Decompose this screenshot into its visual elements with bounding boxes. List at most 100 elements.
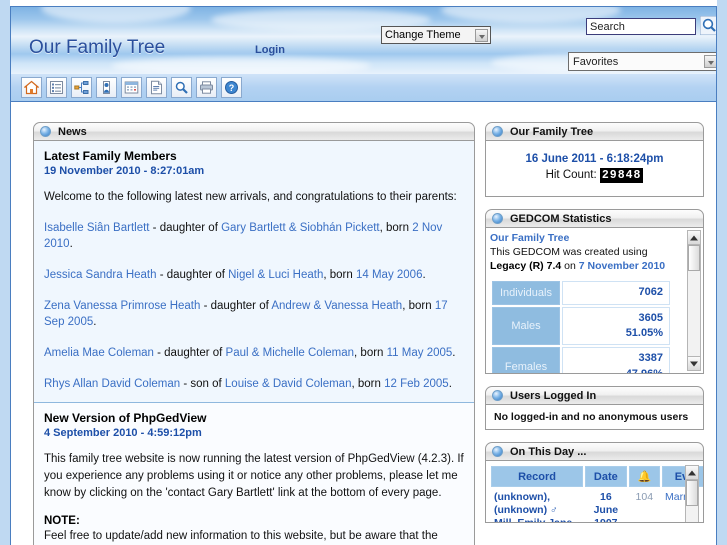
right-column: Our Family Tree 16 June 2011 - 6:18:24pm… [475,102,716,545]
report-icon[interactable] [146,77,167,98]
our-family-tree-header: Our Family Tree [485,122,704,141]
person-link[interactable]: Isabelle Siân Bartlett [44,222,149,234]
gedcom-scrollbar[interactable] [687,230,701,371]
birth-date-link[interactable]: 14 May 2006 [356,269,423,281]
bell-icon[interactable]: 🔔 [628,466,661,487]
column-header-date[interactable]: Date [585,466,627,487]
person-link[interactable]: Jessica Sandra Heath [44,269,157,281]
triangle-down-icon [690,361,698,366]
news-item: New Version of PhpGedView 4 September 20… [34,403,474,545]
news-item-title: New Version of PhpGedView [44,411,207,426]
column-header-record[interactable]: Record [491,466,584,487]
gedcom-statistics-title: GEDCOM Statistics [510,212,612,225]
bullet-icon [492,213,503,224]
login-link[interactable]: Login [255,44,285,56]
home-icon[interactable] [21,77,42,98]
person-link[interactable]: Zena Vanessa Primrose Heath [44,300,200,312]
gedcom-on-label: on [561,260,579,273]
scrollbar-thumb[interactable] [688,245,700,271]
search-input[interactable]: Search [586,18,696,35]
relation-text: - daughter of [156,269,229,282]
scroll-up-button[interactable] [688,231,700,245]
hit-count-line: Hit Count: 29848 [494,168,695,183]
parents-link[interactable]: Paul & Michelle Coleman [226,347,354,359]
current-datetime: 16 June 2011 - 6:18:24pm [525,153,664,165]
record-cell: (unknown), (unknown) ♂ Mill, Emily Jane … [491,489,584,522]
person-link[interactable]: Amelia Mae Coleman [44,347,154,359]
parents-link[interactable]: Nigel & Luci Heath [228,269,323,281]
users-logged-in-body: No logged-in and no anonymous users [485,405,704,430]
our-family-tree-block: Our Family Tree 16 June 2011 - 6:18:24pm… [485,122,704,197]
birth-date-link[interactable]: 12 Feb 2005 [384,378,449,390]
print-icon[interactable] [196,77,217,98]
left-column: News Latest Family Members 19 November 2… [11,102,475,545]
favorites-select[interactable]: Favorites [568,52,716,71]
stat-label: Females [492,347,560,373]
calendar-icon[interactable] [121,77,142,98]
news-block-header: News [33,122,475,141]
gedcom-statistics-header: GEDCOM Statistics [485,209,704,228]
relation-text: - daughter of [153,347,226,360]
users-logged-in-block: Users Logged In No logged-in and no anon… [485,386,704,430]
search-icon[interactable] [699,15,716,36]
bullet-icon [492,390,503,401]
parents-link[interactable]: Louise & David Coleman [225,378,352,390]
news-note-heading: NOTE: [44,515,80,528]
news-item-body: This family tree website is now running … [44,453,464,499]
on-this-day-scrollbar[interactable] [685,465,699,522]
stat-count: 3605 [638,311,663,324]
change-theme-value: Change Theme [385,29,461,41]
help-icon[interactable]: ? [221,77,242,98]
birth-date-link[interactable]: 11 May 2005 [387,347,453,359]
search-icon[interactable] [171,77,192,98]
news-entry: Jessica Sandra Heath - daughter of Nigel… [44,267,464,284]
parents-link[interactable]: Gary Bartlett & Siobhán Pickett [221,222,380,234]
person-icon[interactable] [96,77,117,98]
record-name-unknown[interactable]: (unknown), (unknown) ♂ [494,491,580,517]
scrollbar-thumb[interactable] [686,480,698,506]
change-theme-select[interactable]: Change Theme [381,26,491,44]
entry-end: . [69,238,73,251]
relation-text: - daughter of [200,299,272,312]
chevron-down-icon [704,55,716,68]
bullet-icon [492,126,503,137]
born-label: , born [402,299,435,312]
page-root: Our Family Tree Login Change Theme Searc… [0,0,727,545]
stat-value: 3605 51.05% [562,306,670,346]
list-icon[interactable] [46,77,67,98]
born-label: , born [379,221,413,234]
gedcom-statistics-block: GEDCOM Statistics Our Family Tree This G… [485,209,704,374]
search-input-value: Search [590,21,625,33]
record-name-mill[interactable]: Mill, Emily Jane ♀ [494,517,580,522]
news-item-intro: Welcome to the following latest new arri… [44,191,457,203]
parents-link[interactable]: Andrew & Vanessa Heath [271,300,402,312]
stat-count: 3387 [638,352,663,365]
our-family-tree-body: 16 June 2011 - 6:18:24pm Hit Count: 2984… [485,141,704,197]
stat-percent: 47.96% [625,367,663,374]
on-this-day-body: Record Date 🔔 Eve (unknown), (unknown) ♂… [485,461,704,523]
gedcom-created-date: 7 November 2010 [578,260,666,273]
site-header: Our Family Tree Login Change Theme Searc… [10,6,717,74]
news-entry: Amelia Mae Coleman - daughter of Paul & … [44,345,464,362]
entry-end: . [448,377,452,390]
scroll-down-button[interactable] [688,356,700,370]
bullet-icon [492,446,503,457]
on-this-day-header: On This Day ... [485,442,704,461]
triangle-up-icon [688,470,696,475]
stat-label: Males [492,306,560,346]
male-symbol-icon: ♂ [550,504,558,517]
pedigree-chart-icon[interactable] [71,77,92,98]
gedcom-created-prefix: This GEDCOM was created using [490,246,648,259]
table-row: (unknown), (unknown) ♂ Mill, Emily Jane … [491,489,703,522]
entry-end: . [422,269,426,282]
relation-text: - daughter of [149,221,222,234]
news-item-date: 4 September 2010 - 4:59:12pm [44,427,202,440]
stat-value: 7062 [562,280,670,305]
main-toolbar: ? [10,74,717,102]
scroll-up-button[interactable] [686,466,698,480]
gedcom-version: 7.4 [546,260,562,273]
svg-text:?: ? [229,83,235,93]
stat-count: 7062 [638,285,663,298]
news-block: News Latest Family Members 19 November 2… [33,122,475,545]
person-link[interactable]: Rhys Allan David Coleman [44,378,180,390]
